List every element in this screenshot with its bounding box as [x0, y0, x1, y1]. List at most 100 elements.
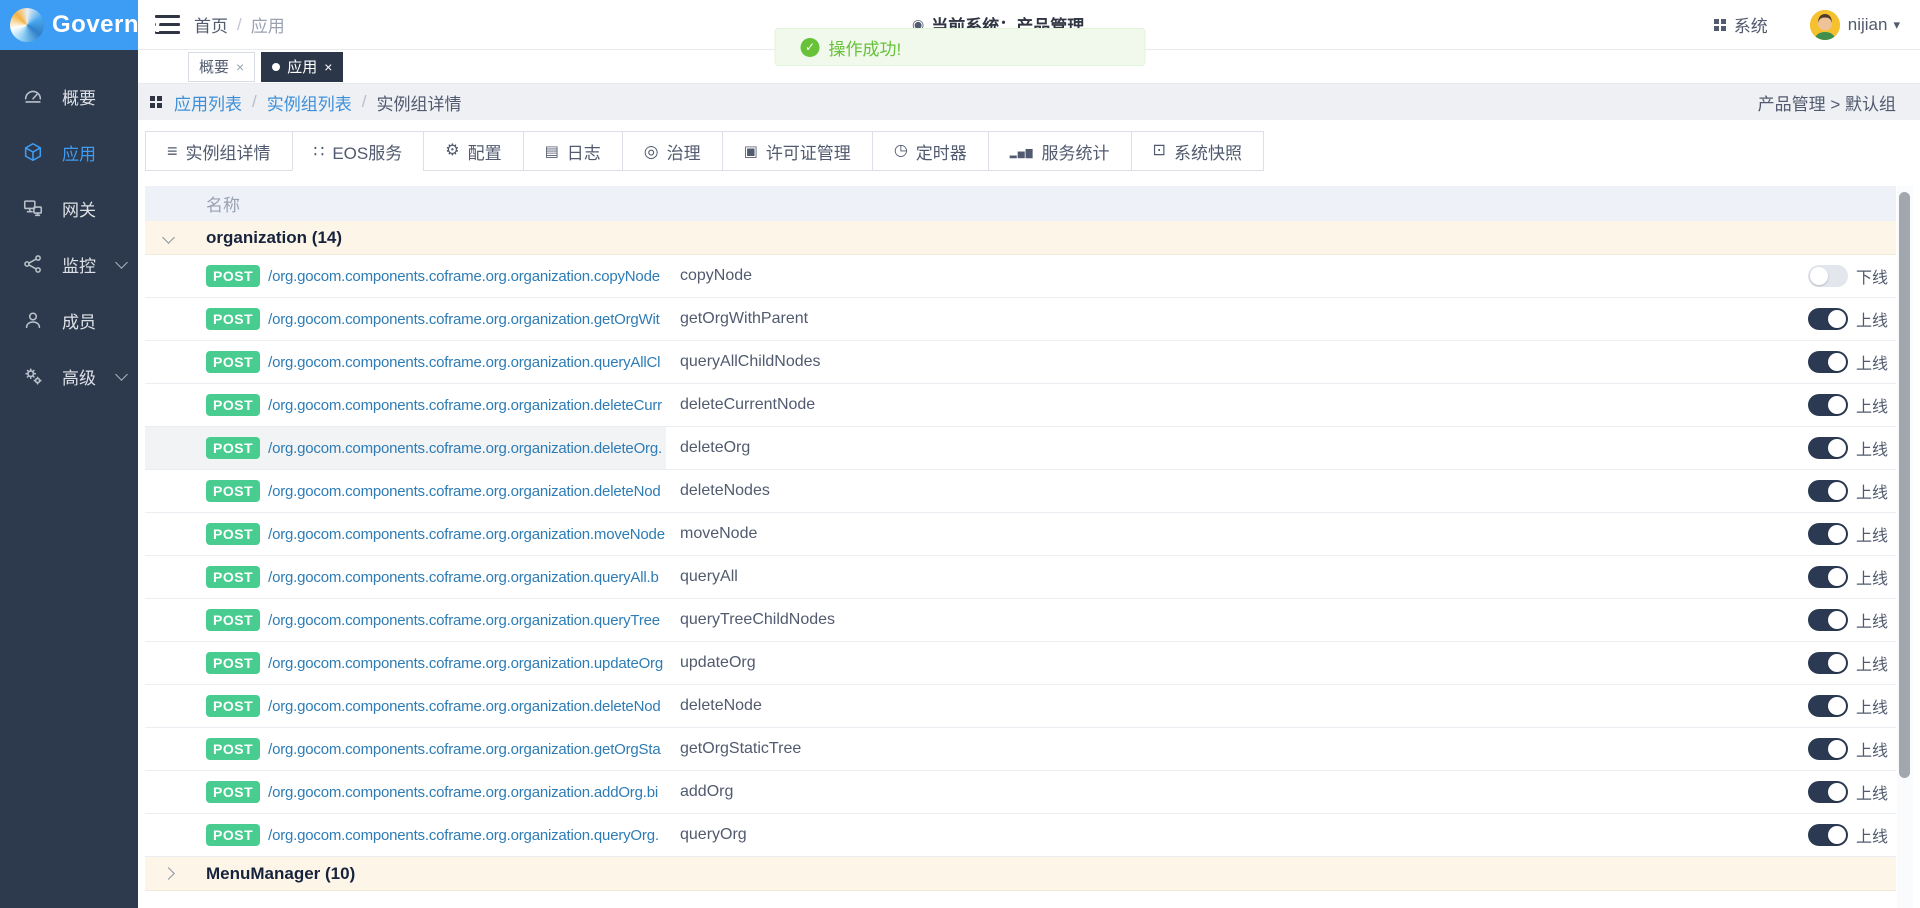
http-method-badge: POST: [206, 695, 260, 717]
sidebar-item-网关[interactable]: 网关: [0, 180, 138, 236]
group-row-organization[interactable]: organization (14): [145, 221, 1896, 255]
http-method-badge: POST: [206, 652, 260, 674]
tab-配置[interactable]: 配置: [423, 131, 523, 171]
toggle-state-label: 上线: [1856, 780, 1888, 804]
endpoint-url-link[interactable]: /org.gocom.components.coframe.org.organi…: [268, 784, 658, 801]
sidebar-item-概要[interactable]: 概要: [0, 68, 138, 124]
group-row-menumanager[interactable]: MenuManager (10): [145, 857, 1896, 891]
endpoint-url-link[interactable]: /org.gocom.components.coframe.org.organi…: [268, 827, 659, 844]
tab-chip-label: 概要: [199, 56, 229, 77]
tab-许可证管理[interactable]: 许可证管理: [722, 131, 873, 171]
endpoint-url-link[interactable]: /org.gocom.components.coframe.org.organi…: [268, 268, 660, 285]
system-menu[interactable]: 系统: [1734, 12, 1768, 37]
online-toggle[interactable]: [1808, 781, 1848, 803]
toggle-state-label: 上线: [1856, 651, 1888, 675]
endpoint-url-link[interactable]: /org.gocom.components.coframe.org.organi…: [268, 655, 663, 672]
breadcrumb-home[interactable]: 首页: [194, 12, 228, 37]
service-name: addOrg: [680, 783, 910, 801]
endpoint-url-link[interactable]: /org.gocom.components.coframe.org.organi…: [268, 698, 660, 715]
scrollbar-track[interactable]: [1897, 186, 1913, 908]
sidebar-item-监控[interactable]: 监控: [0, 236, 138, 292]
online-toggle[interactable]: [1808, 566, 1848, 588]
tab-系统快照[interactable]: 系统快照: [1131, 131, 1264, 171]
table-row: POST/org.gocom.components.coframe.org.or…: [145, 513, 1896, 556]
main-area: 首页 / 应用 ◉ 当前系统：产品管理 系统 nijian ▾ 概要×应用×: [138, 0, 1920, 908]
online-toggle[interactable]: [1808, 652, 1848, 674]
sidebar-item-成员[interactable]: 成员: [0, 292, 138, 348]
grid-icon: [314, 143, 325, 160]
endpoint-url-cell: POST/org.gocom.components.coframe.org.or…: [206, 470, 666, 512]
online-status-cell: 上线: [1808, 608, 1896, 632]
http-method-badge: POST: [206, 781, 260, 803]
crumb-app-list[interactable]: 应用列表: [174, 90, 242, 115]
crumb-instance-group-detail: 实例组详情: [376, 90, 461, 115]
service-name: getOrgStaticTree: [680, 740, 910, 758]
group-label: organization (14): [206, 228, 342, 248]
crumb-instance-group-list[interactable]: 实例组列表: [267, 90, 352, 115]
tab-EOS服务[interactable]: EOS服务: [292, 131, 425, 171]
close-icon[interactable]: ×: [324, 59, 332, 75]
collapse-chevron-icon[interactable]: [162, 231, 175, 244]
toggle-knob: [1828, 826, 1846, 844]
user-caret-icon[interactable]: ▾: [1893, 17, 1900, 33]
app-logo[interactable]: Governor: [0, 0, 138, 50]
endpoint-url-link[interactable]: /org.gocom.components.coframe.org.organi…: [268, 569, 658, 586]
online-status-cell: 上线: [1808, 393, 1896, 417]
endpoint-url-cell: POST/org.gocom.components.coframe.org.or…: [206, 642, 666, 684]
endpoint-url-link[interactable]: /org.gocom.components.coframe.org.organi…: [268, 526, 665, 543]
tab-服务统计[interactable]: 服务统计: [988, 131, 1132, 171]
tab-chip-应用[interactable]: 应用×: [261, 52, 343, 82]
online-toggle[interactable]: [1808, 695, 1848, 717]
endpoint-url-link[interactable]: /org.gocom.components.coframe.org.organi…: [268, 311, 660, 328]
online-toggle[interactable]: [1808, 480, 1848, 502]
http-method-badge: POST: [206, 566, 260, 588]
http-method-badge: POST: [206, 351, 260, 373]
endpoint-url-link[interactable]: /org.gocom.components.coframe.org.organi…: [268, 483, 660, 500]
online-toggle[interactable]: [1808, 351, 1848, 373]
check-circle-icon: ✓: [801, 38, 820, 57]
endpoint-url-link[interactable]: /org.gocom.components.coframe.org.organi…: [268, 741, 660, 758]
online-toggle[interactable]: [1808, 308, 1848, 330]
table-row: POST/org.gocom.components.coframe.org.or…: [145, 556, 1896, 599]
online-toggle[interactable]: [1808, 609, 1848, 631]
tab-日志[interactable]: 日志: [523, 131, 623, 171]
tab-chip-概要[interactable]: 概要 ×: [188, 52, 255, 82]
table-row: POST/org.gocom.components.coframe.org.or…: [145, 470, 1896, 513]
service-name: queryAll: [680, 568, 910, 586]
online-toggle[interactable]: [1808, 394, 1848, 416]
camera-icon: [1153, 143, 1166, 159]
online-toggle[interactable]: [1808, 437, 1848, 459]
user-name[interactable]: nijian: [1848, 15, 1888, 35]
endpoint-url-cell: POST/org.gocom.components.coframe.org.or…: [206, 599, 666, 641]
online-toggle[interactable]: [1808, 824, 1848, 846]
row-indent: [145, 685, 206, 727]
table-row: POST/org.gocom.components.coframe.org.or…: [145, 298, 1896, 341]
tab-定时器[interactable]: 定时器: [872, 131, 989, 171]
endpoint-url-cell: POST/org.gocom.components.coframe.org.or…: [206, 298, 666, 340]
endpoint-url-link[interactable]: /org.gocom.components.coframe.org.organi…: [268, 397, 662, 414]
chevron-down-icon: [115, 368, 128, 381]
online-status-cell: 上线: [1808, 737, 1896, 761]
sidebar-item-高级[interactable]: 高级: [0, 348, 138, 404]
endpoint-url-link[interactable]: /org.gocom.components.coframe.org.organi…: [268, 440, 662, 457]
monitor-icon: [22, 253, 44, 275]
http-method-badge: POST: [206, 308, 260, 330]
scrollbar-thumb[interactable]: [1899, 192, 1910, 778]
table-row: POST/org.gocom.components.coframe.org.or…: [145, 599, 1896, 642]
endpoint-url-link[interactable]: /org.gocom.components.coframe.org.organi…: [268, 612, 660, 629]
toggle-knob: [1828, 396, 1846, 414]
toggle-state-label: 上线: [1856, 823, 1888, 847]
tab-实例组详情[interactable]: 实例组详情: [145, 131, 293, 171]
online-toggle[interactable]: [1808, 738, 1848, 760]
gateway-icon: [22, 197, 44, 219]
tab-治理[interactable]: 治理: [622, 131, 723, 171]
online-toggle[interactable]: [1808, 523, 1848, 545]
online-toggle[interactable]: [1808, 265, 1848, 287]
toggle-knob: [1828, 310, 1846, 328]
endpoint-url-cell: POST/org.gocom.components.coframe.org.or…: [206, 685, 666, 727]
sidebar-item-应用[interactable]: 应用: [0, 124, 138, 180]
endpoint-url-link[interactable]: /org.gocom.components.coframe.org.organi…: [268, 354, 660, 371]
expand-chevron-icon[interactable]: [162, 867, 175, 880]
close-icon[interactable]: ×: [236, 59, 244, 75]
avatar[interactable]: [1810, 10, 1840, 40]
